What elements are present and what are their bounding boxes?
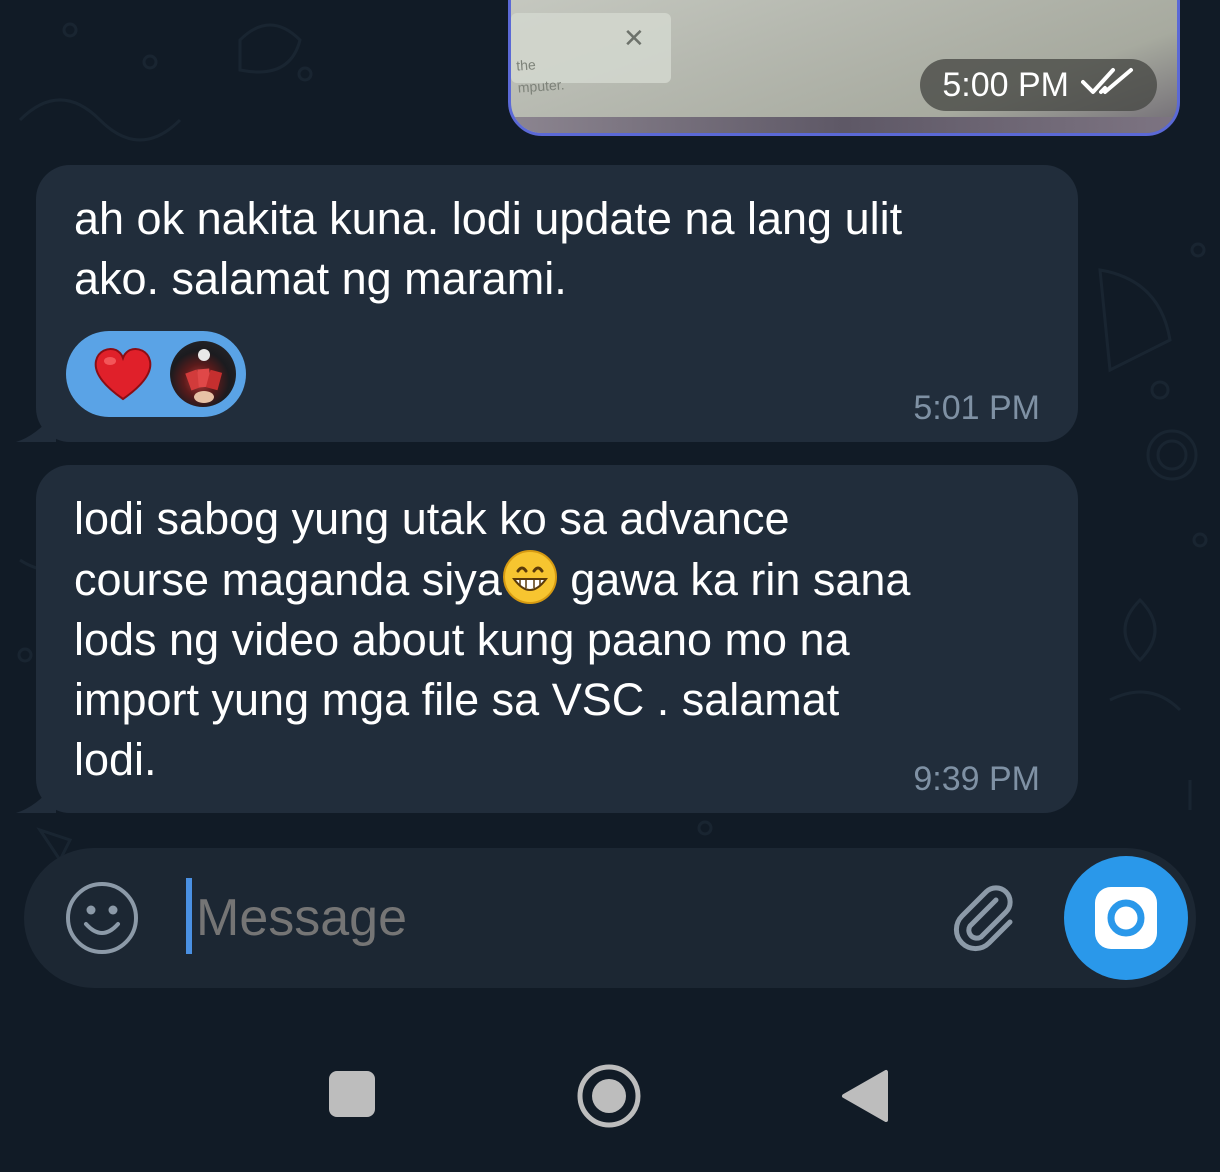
bubble-tail [16,783,56,813]
media-thumbnail-close-glyph: ✕ [623,23,645,53]
message-time: 9:39 PM [913,760,1040,798]
message-text: lodi sabog yung utak ko sa advance cours… [74,493,911,785]
heart-icon [94,348,152,401]
media-message-time: 5:00 PM [942,65,1069,104]
double-check-icon [1081,66,1135,105]
media-time-pill: 5:00 PM [920,59,1157,111]
attach-button[interactable] [944,878,1024,958]
camera-icon [1095,887,1157,949]
media-thumbnail-text: the mputer. [515,56,565,96]
recents-button[interactable] [329,1071,375,1117]
emoji-button[interactable] [64,880,140,956]
grinning-face-emoji [502,550,557,604]
smiley-icon [66,882,138,954]
incoming-message[interactable]: ah ok nakita kuna. lodi update na lang u… [16,165,1078,442]
incoming-message[interactable]: lodi sabog yung utak ko sa advance cours… [16,465,1078,813]
reactor-avatar [170,341,236,407]
paperclip-icon [953,885,1013,952]
message-reaction[interactable] [66,331,246,417]
camera-button[interactable] [1064,856,1188,980]
outgoing-media-message[interactable]: the mputer. ✕ 5:00 PM [508,0,1180,136]
message-time: 5:01 PM [913,389,1040,427]
message-composer [24,848,1196,988]
message-text: ah ok nakita kuna. lodi update na lang u… [74,193,903,304]
home-button[interactable] [576,1063,642,1129]
message-input[interactable] [190,878,936,958]
back-button[interactable] [840,1068,890,1124]
media-bottom-strip [511,117,1177,133]
bubble-tail [16,412,56,442]
